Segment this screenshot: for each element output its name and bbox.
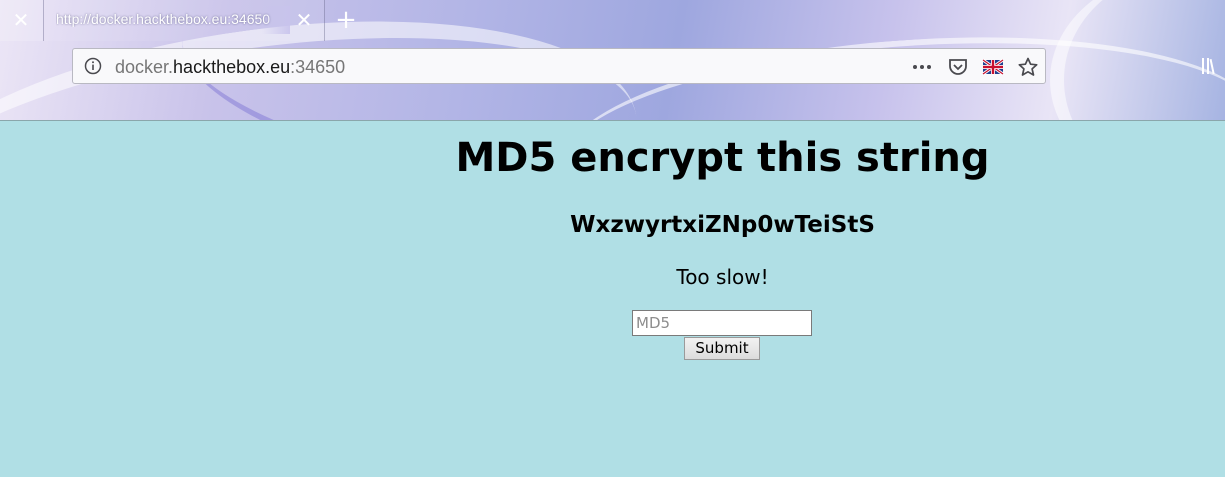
url-text[interactable]: docker.hackthebox.eu:34650 [115,57,345,78]
plus-icon[interactable]: + [333,7,359,33]
status-message: Too slow! [676,265,769,289]
url-prefix: docker. [115,57,174,77]
page-content: MD5 encrypt this string WxzwyrtxiZNp0wTe… [0,120,1225,477]
url-bar[interactable]: docker.hackthebox.eu:34650 [72,48,1046,84]
more-dots-icon[interactable] [911,56,933,78]
close-icon[interactable]: ✕ [10,9,32,31]
close-icon[interactable]: ✕ [293,9,315,31]
info-icon[interactable] [84,57,102,75]
challenge-string: WxzwyrtxiZNp0wTeiStS [570,212,875,238]
submit-button[interactable]: Submit [684,337,760,360]
tab-pinned[interactable]: ✕ [0,0,43,41]
pocket-icon[interactable] [947,56,969,78]
md5-input[interactable] [632,310,812,336]
tab-active[interactable]: http://docker.hackthebox.eu:34650 ✕ [43,0,325,41]
uk-flag-icon[interactable] [982,56,1004,78]
library-icon[interactable] [1200,56,1220,76]
star-icon[interactable] [1017,56,1039,78]
tab-title: http://docker.hackthebox.eu:34650 [56,11,271,27]
browser-chrome: ✕ http://docker.hackthebox.eu:34650 ✕ + … [0,0,1225,120]
tab-title-fade [262,6,290,34]
url-suffix: :34650 [290,57,346,77]
page-title: MD5 encrypt this string [455,135,990,181]
url-host: hackthebox.eu [173,57,291,77]
tab-strip: ✕ http://docker.hackthebox.eu:34650 ✕ + [0,0,1225,41]
